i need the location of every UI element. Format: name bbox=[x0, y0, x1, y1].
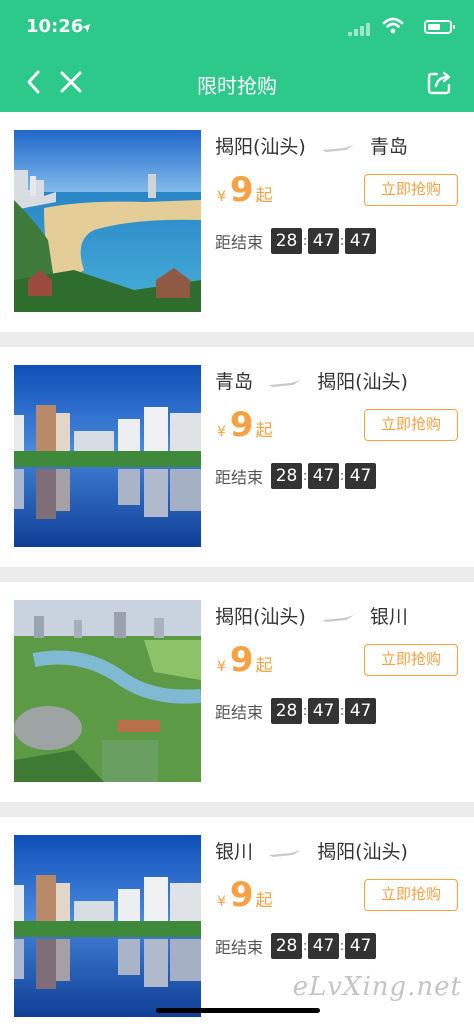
plane-icon bbox=[269, 849, 302, 857]
route: 青岛 揭阳(汕头) bbox=[215, 367, 408, 394]
flight-deal-card[interactable]: 揭阳(汕头) 银川 ¥9 起 立即抢购 距结束 28:47:47 bbox=[0, 582, 474, 802]
price-value: 9 bbox=[229, 405, 254, 445]
flight-deal-card[interactable]: 揭阳(汕头) 青岛 ¥9 起 立即抢购 距结束 28:47:47 bbox=[0, 112, 474, 332]
destination-photo bbox=[14, 835, 201, 1017]
page-title: 限时抢购 bbox=[197, 74, 277, 98]
destination-city: 青岛 bbox=[369, 136, 408, 158]
share-icon[interactable] bbox=[426, 68, 454, 96]
flash-sale-list: 揭阳(汕头) 青岛 ¥9 起 立即抢购 距结束 28:47:47 青岛 揭阳(汕… bbox=[0, 112, 474, 1024]
price-suffix: 起 bbox=[255, 891, 273, 911]
destination-photo bbox=[14, 365, 201, 547]
route: 揭阳(汕头) 青岛 bbox=[215, 132, 408, 159]
buy-now-button[interactable]: 立即抢购 bbox=[364, 174, 458, 206]
countdown-seconds: 47 bbox=[345, 698, 377, 724]
countdown-label: 距结束 bbox=[215, 703, 264, 722]
destination-city: 揭阳(汕头) bbox=[317, 841, 408, 863]
currency-symbol: ¥ bbox=[217, 424, 226, 440]
buy-now-button[interactable]: 立即抢购 bbox=[364, 644, 458, 676]
countdown: 距结束 28:47:47 bbox=[215, 463, 377, 489]
watermark: eLvXing.net bbox=[292, 972, 462, 1002]
plane-icon bbox=[269, 379, 302, 387]
price: ¥9 起 bbox=[217, 170, 273, 210]
currency-symbol: ¥ bbox=[217, 189, 226, 205]
countdown-seconds: 47 bbox=[345, 228, 377, 254]
origin-city: 揭阳(汕头) bbox=[215, 606, 306, 628]
destination-city: 揭阳(汕头) bbox=[317, 371, 408, 393]
countdown-hours: 28 bbox=[271, 933, 303, 959]
wifi-icon bbox=[382, 17, 404, 34]
price: ¥9 起 bbox=[217, 875, 273, 915]
flight-deal-card[interactable]: 青岛 揭阳(汕头) ¥9 起 立即抢购 距结束 28:47:47 bbox=[0, 347, 474, 567]
origin-city: 揭阳(汕头) bbox=[215, 136, 306, 158]
cellular-signal-icon bbox=[348, 22, 370, 36]
buy-now-button[interactable]: 立即抢购 bbox=[364, 409, 458, 441]
countdown: 距结束 28:47:47 bbox=[215, 698, 377, 724]
buy-now-button[interactable]: 立即抢购 bbox=[364, 879, 458, 911]
currency-symbol: ¥ bbox=[217, 659, 226, 675]
countdown-hours: 28 bbox=[271, 698, 303, 724]
price: ¥9 起 bbox=[217, 640, 273, 680]
countdown: 距结束 28:47:47 bbox=[215, 933, 377, 959]
price-value: 9 bbox=[229, 640, 254, 680]
price-suffix: 起 bbox=[255, 656, 273, 676]
status-time: 10:26 bbox=[26, 16, 84, 37]
destination-city: 银川 bbox=[369, 606, 408, 628]
countdown-hours: 28 bbox=[271, 228, 303, 254]
countdown: 距结束 28:47:47 bbox=[215, 228, 377, 254]
countdown-minutes: 47 bbox=[308, 463, 340, 489]
countdown-hours: 28 bbox=[271, 463, 303, 489]
status-bar: 10:26 ➤ bbox=[26, 14, 455, 44]
countdown-label: 距结束 bbox=[215, 233, 264, 252]
route: 揭阳(汕头) 银川 bbox=[215, 602, 408, 629]
countdown-minutes: 47 bbox=[308, 698, 340, 724]
price-suffix: 起 bbox=[255, 186, 273, 206]
origin-city: 银川 bbox=[215, 841, 254, 863]
plane-icon bbox=[321, 614, 354, 622]
battery-icon bbox=[424, 20, 455, 34]
currency-symbol: ¥ bbox=[217, 894, 226, 910]
price-value: 9 bbox=[229, 875, 254, 915]
price-suffix: 起 bbox=[255, 421, 273, 441]
nav-bar: 限时抢购 bbox=[0, 62, 474, 102]
destination-photo bbox=[14, 130, 201, 312]
countdown-label: 距结束 bbox=[215, 938, 264, 957]
destination-photo bbox=[14, 600, 201, 782]
plane-icon bbox=[321, 144, 354, 152]
home-indicator[interactable] bbox=[156, 1008, 320, 1013]
countdown-seconds: 47 bbox=[345, 463, 377, 489]
route: 银川 揭阳(汕头) bbox=[215, 837, 408, 864]
origin-city: 青岛 bbox=[215, 371, 254, 393]
countdown-seconds: 47 bbox=[345, 933, 377, 959]
countdown-label: 距结束 bbox=[215, 468, 264, 487]
app-header: 10:26 ➤ 限时抢购 bbox=[0, 0, 474, 112]
countdown-minutes: 47 bbox=[308, 228, 340, 254]
price: ¥9 起 bbox=[217, 405, 273, 445]
price-value: 9 bbox=[229, 170, 254, 210]
countdown-minutes: 47 bbox=[308, 933, 340, 959]
